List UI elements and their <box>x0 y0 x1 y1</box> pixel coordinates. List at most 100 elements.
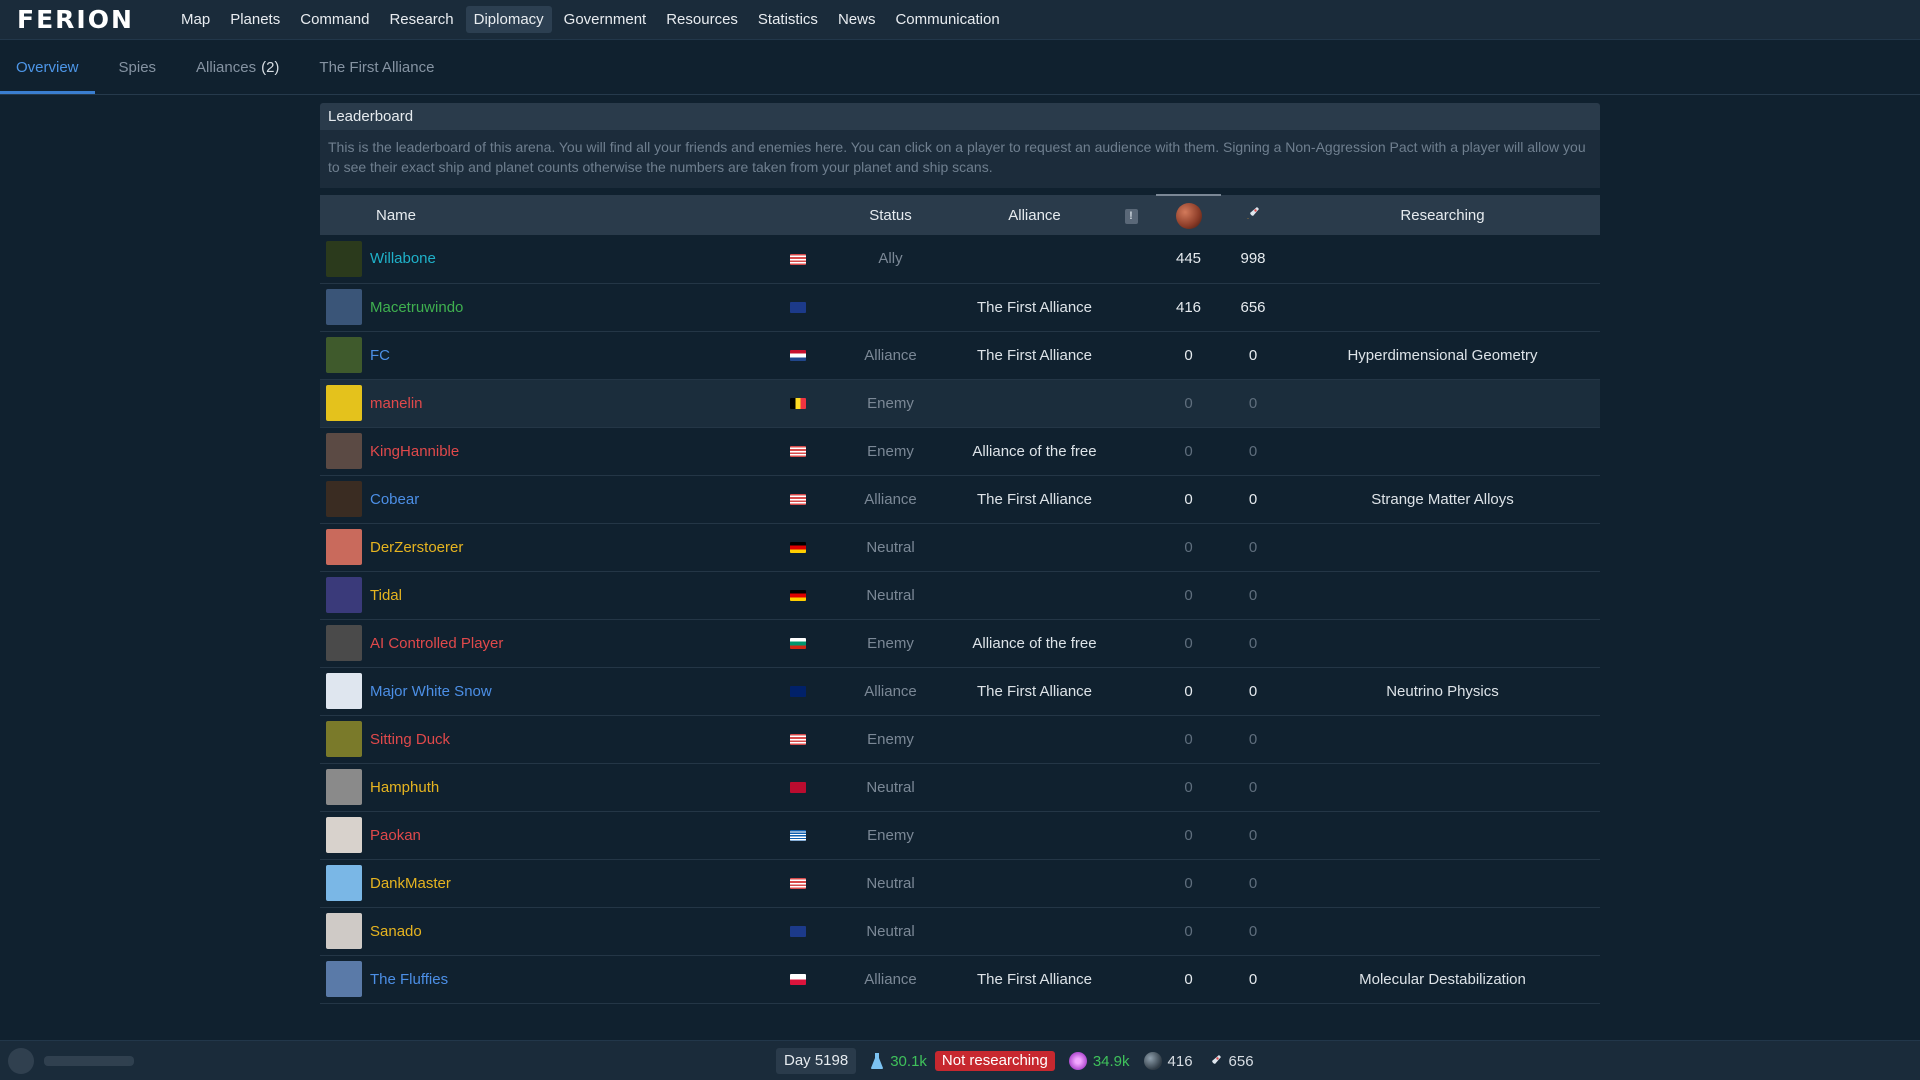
nav-government[interactable]: Government <box>556 6 655 33</box>
player-flag-cell <box>778 331 818 379</box>
player-researching <box>1285 427 1600 475</box>
player-avatar[interactable] <box>326 433 362 469</box>
player-name-ai-controlled-player[interactable]: AI Controlled Player <box>370 635 503 652</box>
ferion-logo[interactable]: FERION <box>17 7 145 32</box>
player-avatar[interactable] <box>326 817 362 853</box>
header-name[interactable]: Name <box>370 195 778 235</box>
player-avatar[interactable] <box>326 673 362 709</box>
header-planets[interactable] <box>1156 194 1221 235</box>
leaderboard-rows: Willabone Ally 445 998 Macetruwindo The … <box>320 235 1600 1003</box>
player-row[interactable]: Cobear Alliance The First Alliance 0 0 S… <box>320 475 1600 523</box>
flag-no-icon <box>790 782 806 794</box>
player-row[interactable]: AI Controlled Player Enemy Alliance of t… <box>320 619 1600 667</box>
player-name-cell: Cobear <box>370 475 778 523</box>
ships-stat[interactable]: 656 <box>1207 1053 1254 1070</box>
player-row[interactable]: The Fluffies Alliance The First Alliance… <box>320 955 1600 1003</box>
player-name-major-white-snow[interactable]: Major White Snow <box>370 683 492 700</box>
player-name-sitting-duck[interactable]: Sitting Duck <box>370 731 450 748</box>
nav-statistics[interactable]: Statistics <box>750 6 826 33</box>
player-ships: 0 <box>1248 346 1258 364</box>
player-row[interactable]: DerZerstoerer Neutral 0 0 <box>320 523 1600 571</box>
current-user[interactable] <box>8 1048 134 1074</box>
player-row[interactable]: KingHannible Enemy Alliance of the free … <box>320 427 1600 475</box>
header-ships[interactable] <box>1221 195 1285 235</box>
player-planets: 0 <box>1184 538 1193 556</box>
diplomacy-subtabs: Overview Spies Alliances (2) The First A… <box>0 40 1920 95</box>
player-name-tidal[interactable]: Tidal <box>370 587 402 604</box>
research-points-stat[interactable]: 30.1k <box>870 1052 927 1070</box>
player-name-cell: Hamphuth <box>370 763 778 811</box>
player-row[interactable]: DankMaster Neutral 0 0 <box>320 859 1600 907</box>
player-avatar[interactable] <box>326 337 362 373</box>
player-avatar[interactable] <box>326 961 362 997</box>
nav-map[interactable]: Map <box>173 6 218 33</box>
nav-diplomacy[interactable]: Diplomacy <box>465 6 552 33</box>
player-row[interactable]: Sitting Duck Enemy 0 0 <box>320 715 1600 763</box>
player-ships: 0 <box>1248 586 1258 604</box>
player-row[interactable]: Willabone Ally 445 998 <box>320 235 1600 283</box>
player-row[interactable]: Macetruwindo The First Alliance 416 656 <box>320 283 1600 331</box>
player-info-cell <box>1106 331 1156 379</box>
player-name-fc[interactable]: FC <box>370 347 390 364</box>
player-name-sanado[interactable]: Sanado <box>370 923 422 940</box>
player-alliance: Alliance of the free <box>972 634 1097 652</box>
player-row[interactable]: Paokan Enemy 0 0 <box>320 811 1600 859</box>
flag-us-icon <box>790 494 806 506</box>
planets-stat[interactable]: 416 <box>1143 1052 1193 1070</box>
nav-research[interactable]: Research <box>381 6 461 33</box>
player-avatar[interactable] <box>326 865 362 901</box>
player-row[interactable]: Tidal Neutral 0 0 <box>320 571 1600 619</box>
nav-command[interactable]: Command <box>292 6 377 33</box>
header-info[interactable]: ! <box>1106 195 1156 235</box>
player-avatar[interactable] <box>326 240 362 277</box>
player-avatar[interactable] <box>326 913 362 949</box>
player-info-cell <box>1106 715 1156 763</box>
user-name-blurred <box>44 1056 134 1066</box>
player-name-hamphuth[interactable]: Hamphuth <box>370 779 439 796</box>
tab-overview[interactable]: Overview <box>0 40 95 94</box>
player-info-cell <box>1106 523 1156 571</box>
flag-gr-icon <box>790 830 806 842</box>
player-row[interactable]: Hamphuth Neutral 0 0 <box>320 763 1600 811</box>
crystal-stat[interactable]: 34.9k <box>1068 1052 1130 1070</box>
player-avatar[interactable] <box>326 721 362 757</box>
player-alliance <box>963 715 1106 763</box>
player-info-cell <box>1106 475 1156 523</box>
player-row[interactable]: manelin Enemy 0 0 <box>320 379 1600 427</box>
player-name-kinghannible[interactable]: KingHannible <box>370 443 459 460</box>
player-avatar[interactable] <box>326 625 362 661</box>
player-name-macetruwindo[interactable]: Macetruwindo <box>370 299 463 316</box>
player-name-dankmaster[interactable]: DankMaster <box>370 875 451 892</box>
player-row[interactable]: Major White Snow Alliance The First Alli… <box>320 667 1600 715</box>
nav-communication[interactable]: Communication <box>887 6 1007 33</box>
nav-resources[interactable]: Resources <box>658 6 746 33</box>
player-name-cobear[interactable]: Cobear <box>370 491 419 508</box>
player-row[interactable]: FC Alliance The First Alliance 0 0 Hyper… <box>320 331 1600 379</box>
player-avatar[interactable] <box>326 481 362 517</box>
player-name-willabone[interactable]: Willabone <box>370 250 436 267</box>
player-name-derzerstoerer[interactable]: DerZerstoerer <box>370 539 463 556</box>
player-name-cell: KingHannible <box>370 427 778 475</box>
nav-planets[interactable]: Planets <box>222 6 288 33</box>
player-alliance <box>963 523 1106 571</box>
player-alliance: The First Alliance <box>976 298 1093 316</box>
player-avatar[interactable] <box>326 289 362 325</box>
player-name-manelin[interactable]: manelin <box>370 395 423 412</box>
player-flag-cell <box>778 763 818 811</box>
player-avatar[interactable] <box>326 769 362 805</box>
player-name-paokan[interactable]: Paokan <box>370 827 421 844</box>
tab-the-first-alliance[interactable]: The First Alliance <box>303 40 450 94</box>
player-avatar[interactable] <box>326 529 362 565</box>
player-row[interactable]: Sanado Neutral 0 0 <box>320 907 1600 955</box>
not-researching-badge[interactable]: Not researching <box>934 1051 1055 1071</box>
header-researching[interactable]: Researching <box>1285 195 1600 235</box>
nav-news[interactable]: News <box>830 6 884 33</box>
player-researching: Neutrino Physics <box>1386 682 1499 700</box>
header-alliance[interactable]: Alliance <box>963 195 1106 235</box>
player-avatar[interactable] <box>326 577 362 613</box>
tab-alliances[interactable]: Alliances (2) <box>180 40 295 94</box>
player-avatar[interactable] <box>326 385 362 421</box>
player-name-the-fluffies[interactable]: The Fluffies <box>370 971 448 988</box>
header-status[interactable]: Status <box>818 195 963 235</box>
tab-spies[interactable]: Spies <box>103 40 173 94</box>
